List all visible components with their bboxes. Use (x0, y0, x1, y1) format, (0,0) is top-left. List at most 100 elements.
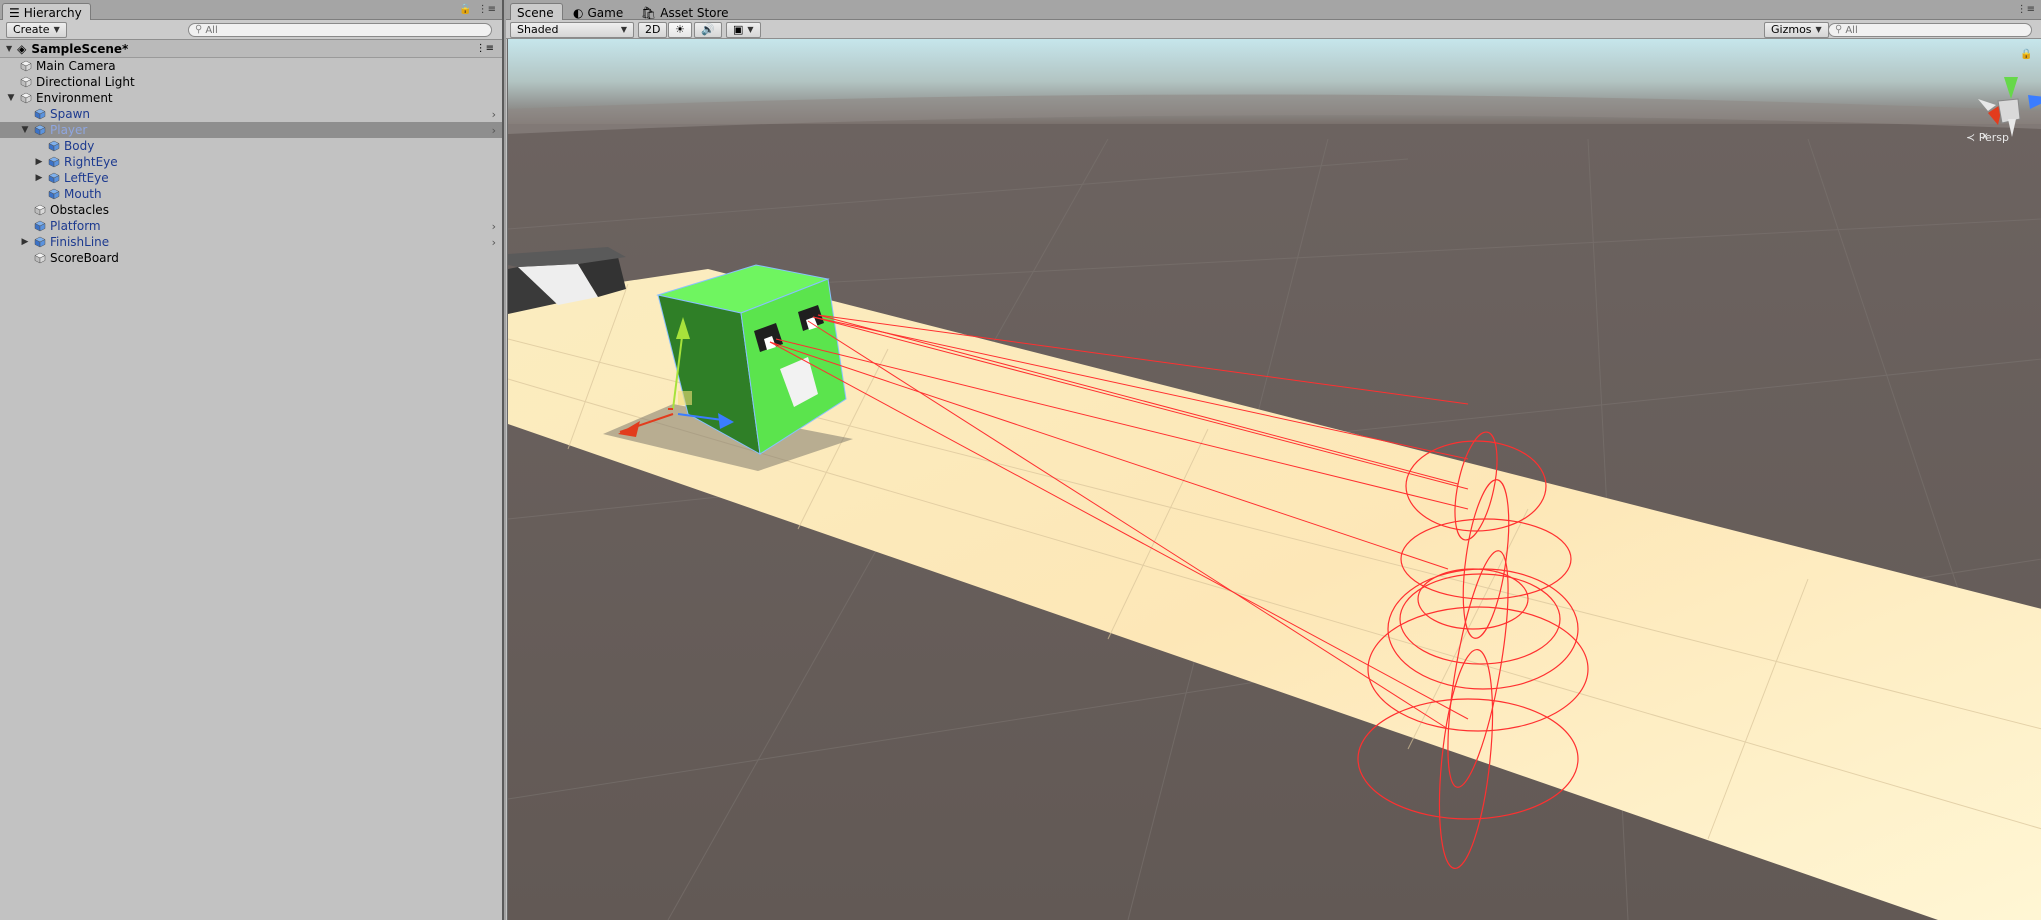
dropdown-arrow-icon: ▼ (53, 25, 60, 34)
lighting-toggle[interactable]: ☀ (668, 22, 692, 38)
tab-game[interactable]: ◐ Game (566, 3, 632, 21)
hierarchy-item-scoreboard[interactable]: ScoreBoard (0, 250, 502, 266)
tab-hierarchy-label: Hierarchy (23, 5, 82, 20)
hierarchy-item-label: Obstacles (50, 203, 109, 217)
expand-arrow-icon[interactable]: ▶ (34, 157, 44, 167)
shading-mode-label: Shaded (517, 23, 559, 36)
panel-menu-icon[interactable]: ⋮≡ (2017, 4, 2035, 15)
gameobject-cube-icon (20, 60, 32, 72)
prefab-open-chevron-icon[interactable]: › (492, 124, 496, 137)
toggle-2d-label: 2D (645, 23, 661, 36)
hierarchy-item-obstacles[interactable]: Obstacles (0, 202, 502, 218)
gameobject-cube-icon (20, 92, 32, 104)
hierarchy-item-label: ScoreBoard (50, 251, 119, 265)
hierarchy-item-label: Spawn (50, 107, 91, 121)
hierarchy-item-spawn[interactable]: Spawn › (0, 106, 502, 122)
hierarchy-item-label: Main Camera (36, 59, 116, 73)
collapse-arrow-icon[interactable]: ▼ (20, 125, 30, 135)
hierarchy-item-platform[interactable]: Platform › (0, 218, 502, 234)
search-icon: ⚲ (195, 24, 203, 35)
gameobject-cube-icon (34, 252, 46, 264)
tab-game-label: Game (587, 5, 624, 20)
scene-toolbar: Shaded ▼ 2D ☀ 🔊 ▣ ▼ Gizmos ▼ ⚲ (506, 20, 2041, 39)
scene-name: SampleScene* (31, 41, 129, 56)
expand-arrow-icon[interactable]: ▶ (20, 237, 30, 247)
panel-menu-icon[interactable]: ⋮≡ (478, 4, 496, 15)
game-controller-icon: ◐ (573, 5, 584, 20)
hierarchy-toolbar: Create ▼ ⚲ (0, 20, 502, 40)
scene-menu-icon[interactable]: ⋮≡ (476, 43, 494, 54)
perspective-icon: ≺ (1966, 131, 1979, 144)
hierarchy-item-righteye[interactable]: ▶ RightEye (0, 154, 502, 170)
create-button[interactable]: Create ▼ (6, 22, 67, 38)
hierarchy-item-directional-light[interactable]: Directional Light (0, 74, 502, 90)
hierarchy-item-label: Player (50, 123, 88, 137)
gizmo-lock-icon[interactable]: 🔒 (2020, 48, 2032, 60)
image-icon: ▣ (733, 23, 744, 36)
gameobject-cube-icon (34, 204, 46, 216)
prefab-cube-icon (48, 188, 60, 200)
expand-arrow-icon[interactable]: ▼ (6, 44, 12, 53)
hierarchy-item-lefteye[interactable]: ▶ LeftEye (0, 170, 502, 186)
audio-toggle[interactable]: 🔊 (694, 22, 722, 38)
hierarchy-item-body[interactable]: Body (0, 138, 502, 154)
speaker-icon: 🔊 (701, 23, 715, 36)
unity-scene-icon: ◈ (17, 41, 27, 56)
projection-label[interactable]: ≺ Persp (1966, 131, 2009, 144)
hierarchy-search[interactable]: ⚲ (188, 23, 492, 37)
scene-header[interactable]: ▼ ◈ SampleScene* ⋮≡ (0, 40, 502, 58)
toggle-2d-button[interactable]: 2D (638, 22, 668, 38)
scene-panel: Scene ◐ Game 🛍 Asset Store ⋮≡ Shaded ▼ 2… (506, 0, 2041, 920)
prefab-open-chevron-icon[interactable]: › (492, 220, 496, 233)
hierarchy-search-input[interactable] (205, 24, 491, 36)
scene-search[interactable]: ⚲ (1828, 23, 2032, 37)
hierarchy-item-finishline[interactable]: ▶ FinishLine › (0, 234, 502, 250)
hierarchy-item-label: Environment (36, 91, 113, 105)
expand-arrow-icon[interactable]: ▶ (34, 173, 44, 183)
hierarchy-tabbar: ☰ Hierarchy 🔒 ⋮≡ (0, 0, 502, 21)
dropdown-arrow-icon: ▼ (620, 25, 627, 34)
hierarchy-item-main-camera[interactable]: Main Camera (0, 58, 502, 74)
gameobject-cube-icon (20, 76, 32, 88)
tab-scene-label: Scene (517, 5, 554, 20)
prefab-open-chevron-icon[interactable]: › (492, 236, 496, 249)
hierarchy-list-icon: ☰ (9, 5, 20, 20)
prefab-cube-icon (34, 124, 46, 136)
collapse-arrow-icon[interactable]: ▼ (6, 93, 16, 103)
tab-asset-store-label: Asset Store (660, 5, 729, 20)
prefab-cube-icon (48, 140, 60, 152)
tab-hierarchy[interactable]: ☰ Hierarchy (2, 3, 91, 21)
prefab-cube-icon (48, 156, 60, 168)
hierarchy-item-label: Platform (50, 219, 101, 233)
prefab-cube-icon (48, 172, 60, 184)
hierarchy-tree: Main Camera Directional Light ▼ Environment… (0, 58, 502, 266)
hierarchy-item-mouth[interactable]: Mouth (0, 186, 502, 202)
projection-text: Persp (1978, 131, 2009, 144)
prefab-open-chevron-icon[interactable]: › (492, 108, 496, 121)
scene-viewport[interactable]: x z 🔒 ≺ Persp (507, 39, 2041, 920)
gizmos-dropdown[interactable]: Gizmos ▼ (1764, 22, 1829, 38)
hierarchy-item-environment[interactable]: ▼ Environment (0, 90, 502, 106)
gizmos-label: Gizmos (1771, 23, 1812, 36)
hierarchy-item-label: RightEye (64, 155, 118, 169)
scene-search-input[interactable] (1845, 24, 2031, 36)
hierarchy-item-label: Directional Light (36, 75, 135, 89)
hierarchy-item-label: Body (64, 139, 95, 153)
tab-asset-store[interactable]: 🛍 Asset Store (634, 3, 738, 21)
dropdown-arrow-icon: ▼ (1815, 25, 1822, 34)
shading-mode-dropdown[interactable]: Shaded ▼ (510, 22, 634, 38)
tab-scene[interactable]: Scene (510, 3, 563, 21)
sun-icon: ☀ (675, 23, 685, 36)
prefab-cube-icon (34, 236, 46, 248)
scene-render[interactable]: x z 🔒 (508, 39, 2041, 920)
hierarchy-panel: ☰ Hierarchy 🔒 ⋮≡ Create ▼ ⚲ ▼ ◈ SampleSc… (0, 0, 504, 920)
scene-tabbar: Scene ◐ Game 🛍 Asset Store ⋮≡ (506, 0, 2041, 21)
effects-dropdown[interactable]: ▣ ▼ (726, 22, 761, 38)
gizmo-plane-handle[interactable] (678, 391, 692, 405)
store-bag-icon: 🛍 (641, 5, 657, 20)
hierarchy-item-label: FinishLine (50, 235, 110, 249)
hierarchy-tab-controls: 🔒 ⋮≡ (459, 4, 496, 15)
hierarchy-item-player[interactable]: ▼ Player › (0, 122, 502, 138)
lock-icon[interactable]: 🔒 (459, 4, 471, 15)
scene-tab-controls: ⋮≡ (2017, 4, 2035, 15)
